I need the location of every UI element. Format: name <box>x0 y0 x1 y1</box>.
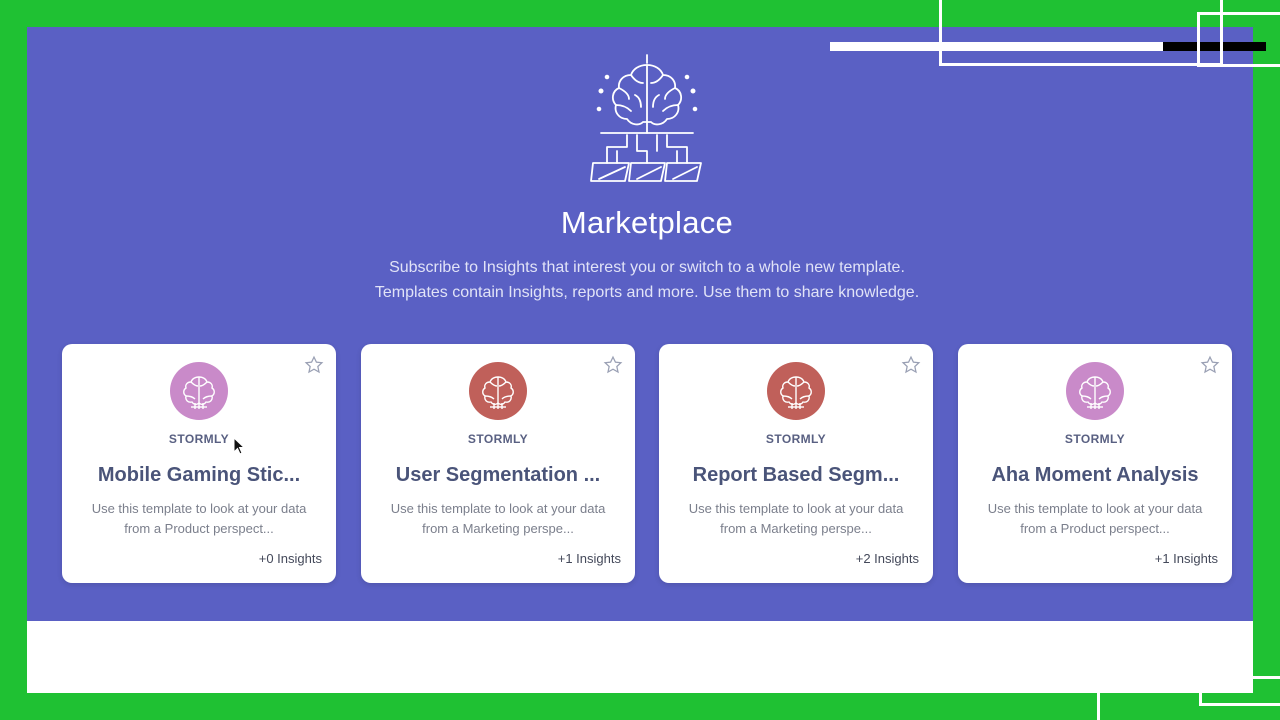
marketplace-hero: Marketplace Subscribe to Insights that i… <box>27 27 1253 621</box>
insights-count: +0 Insights <box>258 551 322 566</box>
brain-icon <box>780 376 812 409</box>
template-description: Use this template to look at your data f… <box>972 499 1218 539</box>
star-icon[interactable] <box>1200 355 1220 375</box>
decorative-frame <box>1197 12 1280 67</box>
decorative-line <box>1097 676 1100 720</box>
template-avatar <box>469 362 527 420</box>
brain-network-icon <box>590 54 702 182</box>
template-card[interactable]: STORMLY User Segmentation ... Use this t… <box>361 344 635 583</box>
insights-count: +1 Insights <box>557 551 621 566</box>
template-title[interactable]: Mobile Gaming Stic... <box>72 464 326 487</box>
template-description-line1: Use this template to look at your data <box>390 501 606 516</box>
star-icon[interactable] <box>304 355 324 375</box>
template-description-line1: Use this template to look at your data <box>987 501 1203 516</box>
template-author: STORMLY <box>467 432 529 446</box>
page-title: Marketplace <box>560 205 734 240</box>
brain-icon <box>1079 376 1111 409</box>
insights-count: +1 Insights <box>1154 551 1218 566</box>
page-subtitle-line1: Subscribe to Insights that interest you … <box>389 259 905 276</box>
template-title[interactable]: User Segmentation ... <box>371 464 625 487</box>
template-description: Use this template to look at your data f… <box>673 499 919 539</box>
template-title[interactable]: Report Based Segm... <box>669 464 923 487</box>
template-avatar <box>170 362 228 420</box>
template-card[interactable]: STORMLY Aha Moment Analysis Use this tem… <box>958 344 1232 583</box>
template-description-line2: from a Marketing perspe... <box>422 521 574 536</box>
template-avatar <box>767 362 825 420</box>
template-title[interactable]: Aha Moment Analysis <box>968 464 1222 487</box>
template-author: STORMLY <box>765 432 827 446</box>
insights-count: +2 Insights <box>855 551 919 566</box>
template-description: Use this template to look at your data f… <box>375 499 621 539</box>
brain-icon <box>482 376 514 409</box>
template-description-line2: from a Marketing perspe... <box>720 521 872 536</box>
star-icon[interactable] <box>901 355 921 375</box>
template-description-line2: from a Product perspect... <box>124 521 274 536</box>
page-subtitle-line2: Templates contain Insights, reports and … <box>374 284 920 301</box>
template-description-line1: Use this template to look at your data <box>91 501 307 516</box>
app-panel: Marketplace Subscribe to Insights that i… <box>27 27 1253 693</box>
template-avatar <box>1066 362 1124 420</box>
template-card[interactable]: STORMLY Report Based Segm... Use this te… <box>659 344 933 583</box>
template-description-line1: Use this template to look at your data <box>688 501 904 516</box>
template-author: STORMLY <box>168 432 230 446</box>
decorative-frame <box>1199 676 1280 706</box>
template-card[interactable]: STORMLY Mobile Gaming Stic... Use this t… <box>62 344 336 583</box>
decorative-frame <box>939 0 1223 66</box>
template-description: Use this template to look at your data f… <box>76 499 322 539</box>
template-description-line2: from a Product perspect... <box>1020 521 1170 536</box>
template-author: STORMLY <box>1064 432 1126 446</box>
mouse-cursor-icon <box>233 437 245 455</box>
brain-icon <box>183 376 215 409</box>
star-icon[interactable] <box>603 355 623 375</box>
